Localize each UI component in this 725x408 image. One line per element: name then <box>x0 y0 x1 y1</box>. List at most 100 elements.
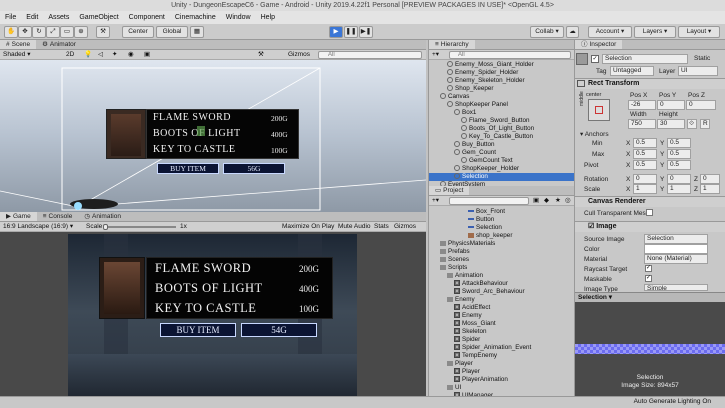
posx-input[interactable]: -26 <box>628 100 656 110</box>
game-viewport[interactable]: FLAME SWORD 200G BOOTS OF LIGHT 400G KEY… <box>68 234 357 406</box>
posy-input[interactable]: 0 <box>657 100 685 110</box>
scene-viewport[interactable]: FLAME SWORD 200G BOOTS OF LIGHT 400G KEY… <box>0 60 426 212</box>
anchor-max-x[interactable]: 0.5 <box>633 149 657 159</box>
aspect-dropdown[interactable]: 16:9 Landscape (16:9) <box>3 223 68 230</box>
material-field[interactable]: None (Material) <box>644 254 708 264</box>
hierarchy-item[interactable]: Selection <box>429 173 574 181</box>
hierarchy-item[interactable]: Enemy_Moss_Giant_Holder <box>429 61 574 69</box>
hierarchy-item[interactable]: Key_To_Castle_Button <box>429 133 574 141</box>
anchor-min-x[interactable]: 0.5 <box>633 138 657 148</box>
hidden-packages-icon[interactable]: ◎ <box>565 196 571 206</box>
active-checkbox[interactable]: ✓ <box>591 55 599 63</box>
tab-game[interactable]: ▶ Game <box>0 212 37 221</box>
game-item-name-3[interactable]: KEY TO CASTLE <box>155 301 256 316</box>
hierarchy-item[interactable]: Box1 <box>429 109 574 117</box>
cloud-icon[interactable]: ☁ <box>566 26 579 38</box>
menu-edit[interactable]: Edit <box>26 14 38 21</box>
project-item[interactable]: # Player <box>429 368 574 376</box>
stats-toggle[interactable]: Stats <box>374 222 389 232</box>
scale-x-input[interactable]: 1 <box>633 184 657 194</box>
hierarchy-item[interactable]: Enemy_Spider_Holder <box>429 69 574 77</box>
hand-tool-icon[interactable]: ✋ <box>4 26 18 38</box>
anchor-presets-icon[interactable] <box>588 99 610 121</box>
scene-buy-item-button[interactable]: BUY ITEM <box>157 163 219 174</box>
filter-label-icon[interactable]: ◆ <box>544 196 549 206</box>
source-image-field[interactable]: Selection <box>644 234 708 244</box>
menu-help[interactable]: Help <box>261 14 275 21</box>
project-item[interactable]: # TempEnemy <box>429 352 574 360</box>
color-swatch[interactable] <box>644 244 708 254</box>
project-item[interactable]: # Enemy <box>429 312 574 320</box>
menu-component[interactable]: Component <box>129 14 165 21</box>
rotation-x-input[interactable]: 0 <box>633 174 657 184</box>
shading-dropdown[interactable]: Shaded <box>3 51 25 58</box>
account-dropdown[interactable]: Account ▾ <box>588 26 632 38</box>
height-input[interactable]: 30 <box>657 119 685 129</box>
favorite-star-icon[interactable]: ★ <box>555 196 561 206</box>
project-item[interactable]: Scenes <box>429 256 574 264</box>
hierarchy-item[interactable]: ShopKeeper Panel <box>429 101 574 109</box>
rect-tool-icon[interactable]: ▭ <box>60 26 74 38</box>
camera-icon[interactable]: ▣ <box>144 50 150 60</box>
project-item[interactable]: # Spider <box>429 336 574 344</box>
scale-y-input[interactable]: 1 <box>667 184 691 194</box>
hidden-objects-icon[interactable]: ◉ <box>128 50 134 60</box>
project-item[interactable]: PhysicsMaterials <box>429 240 574 248</box>
menu-file[interactable]: File <box>5 14 16 21</box>
project-item[interactable]: # Sword_Arc_Behaviour <box>429 288 574 296</box>
raw-edit-button[interactable]: R <box>700 119 710 129</box>
posz-input[interactable]: 0 <box>686 100 716 110</box>
rotation-y-input[interactable]: 0 <box>667 174 691 184</box>
maximize-on-play-toggle[interactable]: Maximize On Play <box>282 222 334 232</box>
create-plus-icon[interactable]: +▾ <box>432 51 439 58</box>
project-item[interactable]: shop_keeper <box>429 232 574 240</box>
hierarchy-item[interactable]: Shop_Keeper <box>429 85 574 93</box>
project-create-icon[interactable]: +▾ <box>432 197 439 204</box>
hierarchy-search-input[interactable]: All <box>449 51 571 59</box>
game-item-name-2[interactable]: BOOTS OF LIGHT <box>155 281 263 296</box>
project-search-input[interactable] <box>449 197 529 205</box>
project-item[interactable]: UI <box>429 384 574 392</box>
effects-toggle-icon[interactable]: ✦ <box>112 50 117 60</box>
project-item[interactable]: Enemy <box>429 296 574 304</box>
rotation-z-input[interactable]: 0 <box>700 174 720 184</box>
grid-snap-icon[interactable]: ▦ <box>190 26 204 38</box>
2d-toggle[interactable]: 2D <box>66 50 74 60</box>
mute-audio-toggle[interactable]: Mute Audio <box>338 222 371 232</box>
project-item[interactable]: # PlayerAnimation <box>429 376 574 384</box>
scene-search-input[interactable]: All <box>318 51 422 59</box>
image-component-header[interactable]: ☑ Image <box>575 221 725 232</box>
tab-animation[interactable]: ◷ Animation <box>78 212 127 221</box>
anchor-min-y[interactable]: 0.5 <box>667 138 691 148</box>
project-item[interactable]: # AttackBehaviour <box>429 280 574 288</box>
image-type-dropdown[interactable]: Simple <box>644 284 708 291</box>
scene-tools-icon[interactable]: ⚒ <box>258 50 264 60</box>
pivot-x-input[interactable]: 0.5 <box>633 160 657 170</box>
filter-type-icon[interactable]: ▣ <box>533 196 539 206</box>
width-input[interactable]: 750 <box>628 119 656 129</box>
tab-project[interactable]: ▭ Project <box>429 186 470 195</box>
tab-scene[interactable]: # Scene <box>0 40 37 49</box>
menu-cinemachine[interactable]: Cinemachine <box>175 14 216 21</box>
layer-dropdown[interactable]: UI <box>678 66 718 76</box>
hierarchy-item[interactable]: Flame_Sword_Button <box>429 117 574 125</box>
image-enabled-checkbox[interactable]: ☑ <box>588 223 596 230</box>
transform-tool-icon[interactable]: ⊕ <box>74 26 88 38</box>
menu-window[interactable]: Window <box>226 14 251 21</box>
project-item[interactable]: Player <box>429 360 574 368</box>
gizmos-dropdown[interactable]: Gizmos <box>288 50 310 60</box>
scale-z-input[interactable]: 1 <box>700 184 720 194</box>
project-item[interactable]: # Moss_Giant <box>429 320 574 328</box>
anchor-max-y[interactable]: 0.5 <box>667 149 691 159</box>
scene-selection-handle[interactable] <box>197 126 205 136</box>
tag-dropdown[interactable]: Untagged <box>610 66 654 76</box>
object-name-input[interactable]: Selection <box>602 54 688 64</box>
preview-header[interactable]: Selection ▾ <box>575 292 725 302</box>
audio-toggle-icon[interactable]: ◁ <box>98 50 103 60</box>
game-buy-item-button[interactable]: BUY ITEM <box>160 323 236 337</box>
scale-slider-thumb[interactable] <box>103 224 108 230</box>
menu-gameobject[interactable]: GameObject <box>79 14 118 21</box>
hierarchy-item[interactable]: Boots_Of_Light_Button <box>429 125 574 133</box>
game-gizmos-toggle[interactable]: Gizmos <box>394 222 416 232</box>
project-item[interactable]: # AcidEffect <box>429 304 574 312</box>
